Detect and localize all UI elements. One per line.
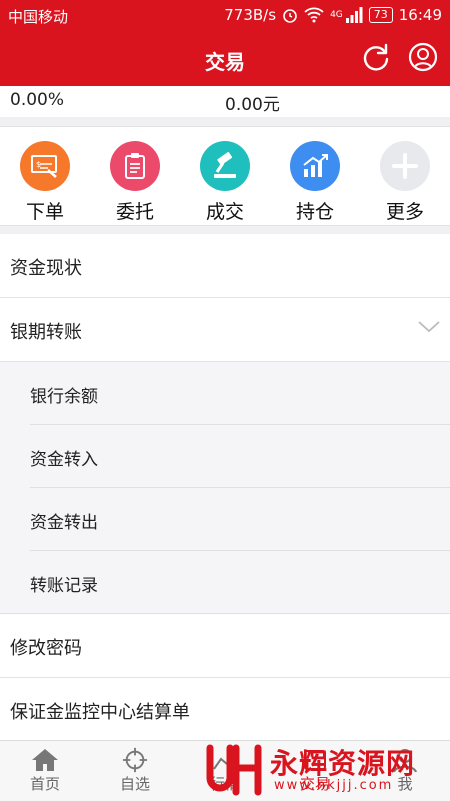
quick-action-order[interactable]: $ 下单 bbox=[5, 141, 85, 224]
tab-watchlist[interactable]: 自选 bbox=[90, 747, 180, 794]
carrier-label: 中国移动 bbox=[8, 8, 69, 26]
refresh-icon[interactable] bbox=[361, 42, 391, 72]
menu-bank-balance[interactable]: 银行余额 bbox=[0, 362, 450, 425]
watermark: 永辉资源网 www.hkjjj.com bbox=[200, 738, 450, 800]
menu-transfer-in[interactable]: 资金转入 bbox=[0, 425, 450, 488]
menu-transfer-records[interactable]: 转账记录 bbox=[0, 551, 450, 614]
account-summary: 0.00% 0.00元 bbox=[0, 86, 450, 117]
menu-margin-statement[interactable]: 保证金监控中心结算单 bbox=[0, 678, 450, 742]
quick-action-more[interactable]: 更多 bbox=[365, 141, 445, 224]
home-icon bbox=[32, 749, 58, 771]
trade-menu: 资金现状 银期转账 银行余额 资金转入 资金转出 转账记录 修改密码 保证金监控… bbox=[0, 234, 450, 742]
quick-action-deal[interactable]: 成交 bbox=[185, 141, 265, 224]
clipboard-icon bbox=[110, 141, 160, 191]
battery-indicator: 73 bbox=[368, 7, 393, 23]
order-icon: $ bbox=[20, 141, 70, 191]
quick-action-entrust[interactable]: 委托 bbox=[95, 141, 175, 224]
quick-action-position[interactable]: 持仓 bbox=[275, 141, 355, 224]
menu-fund-status[interactable]: 资金现状 bbox=[0, 234, 450, 298]
gavel-icon bbox=[200, 141, 250, 191]
network-speed: 773B/s bbox=[224, 6, 277, 24]
menu-change-password[interactable]: 修改密码 bbox=[0, 614, 450, 678]
summary-left-value: 0.00% bbox=[10, 90, 65, 110]
quick-actions: $ 下单 委托 成交 持仓 更多 bbox=[0, 126, 450, 226]
clock: 16:49 bbox=[398, 6, 442, 24]
menu-bank-transfer[interactable]: 银期转账 bbox=[0, 298, 450, 362]
status-bar: 中国移动 773B/s 4G 73 16:49 bbox=[0, 0, 450, 30]
user-icon[interactable] bbox=[408, 42, 438, 72]
watermark-url: www.hkjjj.com bbox=[274, 778, 394, 793]
alarm-icon bbox=[283, 9, 297, 23]
title-bar: 交易 bbox=[0, 30, 450, 86]
menu-transfer-out[interactable]: 资金转出 bbox=[0, 488, 450, 551]
crosshair-icon bbox=[122, 747, 148, 773]
wifi-icon bbox=[304, 7, 324, 23]
plus-icon bbox=[380, 141, 430, 191]
watermark-logo bbox=[206, 744, 262, 796]
tab-home[interactable]: 首页 bbox=[0, 747, 90, 794]
chevron-down-icon bbox=[418, 321, 440, 333]
chart-icon bbox=[290, 141, 340, 191]
summary-right-value: 0.00元 bbox=[225, 95, 280, 115]
watermark-name: 永辉资源网 bbox=[270, 747, 416, 780]
signal-icon bbox=[345, 7, 363, 23]
network-type: 4G bbox=[330, 10, 343, 20]
